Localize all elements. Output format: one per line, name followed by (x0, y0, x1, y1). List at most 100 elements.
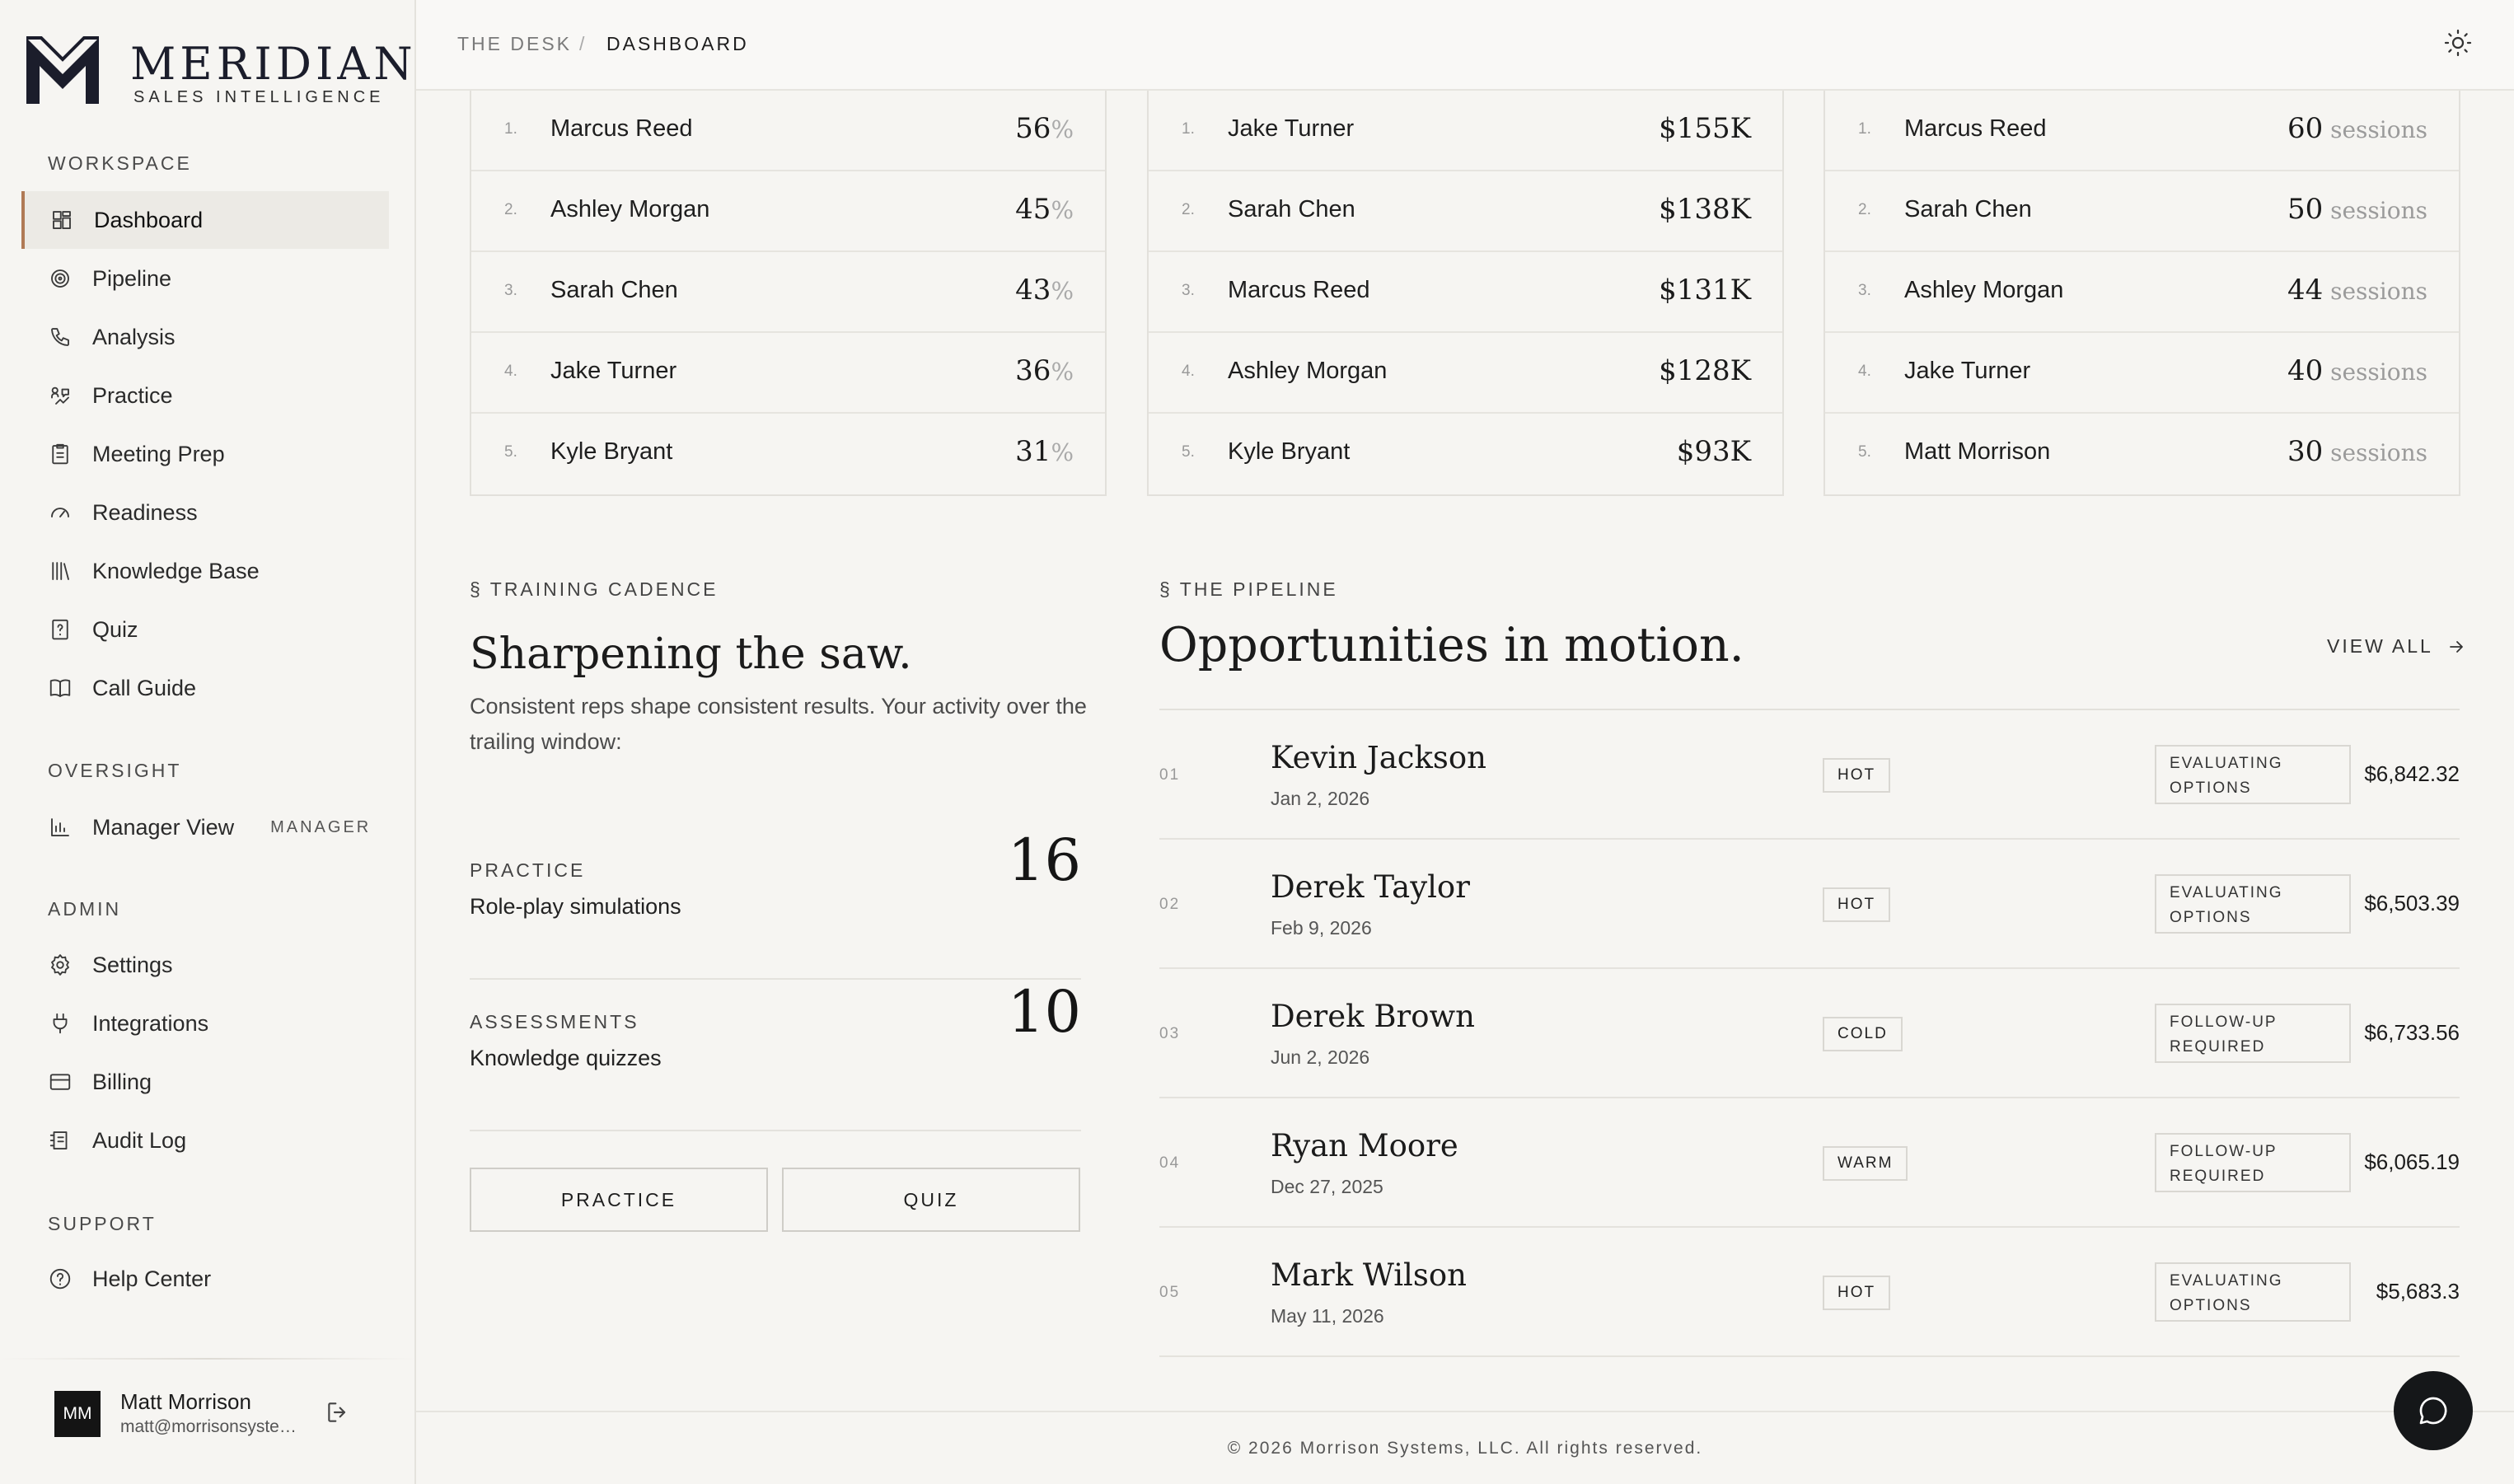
leaderboard-row: 3. Marcus Reed $131K (1149, 252, 1782, 333)
sidebar-item-readiness[interactable]: Readiness (21, 484, 389, 541)
sun-icon[interactable] (2443, 28, 2473, 58)
quiz-button[interactable]: QUIZ (782, 1168, 1080, 1232)
chat-button[interactable] (2394, 1371, 2473, 1450)
sidebar-item-pipeline[interactable]: Pipeline (21, 250, 389, 307)
metric-unit: sessions (2323, 197, 2427, 224)
leaderboard-row: 2. Ashley Morgan 45% (471, 171, 1105, 252)
meridian-logo-icon (26, 36, 99, 104)
opportunity-amount: $5,683.3 (2376, 1279, 2460, 1304)
leaderboard-row: 5. Kyle Bryant $93K (1149, 414, 1782, 494)
footer-divider (416, 1411, 2514, 1412)
credit-card-icon (48, 1070, 73, 1094)
rep-name: Kyle Bryant (550, 438, 673, 465)
opportunity-row[interactable]: 01 Kevin Jackson Jan 2, 2026 HOT EVALUATING … (1159, 710, 2460, 840)
view-all-label: VIEW ALL (2327, 635, 2433, 657)
sidebar-item-dashboard[interactable]: Dashboard (21, 191, 389, 249)
rank-number: 2. (1858, 201, 1871, 218)
training-body: Consistent reps shape consistent results… (470, 694, 1087, 754)
opportunity-date: Dec 27, 2025 (1271, 1176, 1383, 1197)
opportunity-name: Derek Taylor (1271, 869, 1470, 905)
rank-number: 5. (504, 443, 517, 461)
metric-unit: % (1051, 358, 1074, 386)
sidebar-item-integrations[interactable]: Integrations (21, 995, 389, 1052)
metric-value: $93K (1676, 435, 1751, 468)
plug-icon (48, 1011, 73, 1036)
sidebar-item-help-center[interactable]: Help Center (21, 1250, 389, 1308)
status-badge: FOLLOW-UP REQUIRED (2155, 1004, 2351, 1063)
sidebar-item-meeting-prep[interactable]: Meeting Prep (21, 425, 389, 483)
rank-number: 3. (1858, 282, 1871, 299)
opportunity-row[interactable]: 04 Ryan Moore Dec 27, 2025 WARM FOLLOW-UP RE… (1159, 1098, 2460, 1228)
view-all-link[interactable]: VIEW ALL (2327, 635, 2466, 658)
rank-number: 3. (504, 282, 517, 299)
practice-button[interactable]: PRACTICE (470, 1168, 768, 1232)
metric-label: ASSESSMENTS (470, 1011, 639, 1032)
sidebar-item-knowledge-base[interactable]: Knowledge Base (21, 542, 389, 600)
opportunity-index: 02 (1159, 896, 1181, 913)
opportunity-row[interactable]: 02 Derek Taylor Feb 9, 2026 HOT EVALUATING O… (1159, 840, 2460, 969)
book-icon (48, 676, 73, 700)
sidebar-item-label: Audit Log (92, 1127, 187, 1153)
opportunity-name: Kevin Jackson (1271, 740, 1486, 775)
rank-number: 4. (1858, 363, 1871, 380)
sidebar-item-analysis[interactable]: Analysis (21, 308, 389, 366)
leaderboard-row: 4. Jake Turner 36% (471, 333, 1105, 414)
rank-number: 2. (1182, 201, 1195, 218)
user-profile[interactable]: MM Matt Morrison matt@morrisonsystems.co… (0, 1358, 416, 1473)
arrow-right-icon (2446, 637, 2466, 657)
leaderboard-row: 5. Matt Morrison 30 sessions (1825, 414, 2459, 494)
metric-value: $128K (1659, 354, 1751, 387)
sidebar-item-label: Readiness (92, 499, 198, 525)
sidebar-item-audit-log[interactable]: Audit Log (21, 1112, 389, 1169)
metric-value: $155K (1659, 112, 1751, 145)
rep-name: Marcus Reed (550, 115, 693, 142)
metric-unit: % (1051, 438, 1074, 466)
rep-metric: 56% (1015, 112, 1074, 145)
rank-number: 4. (1182, 363, 1195, 380)
sidebar-item-label: Meeting Prep (92, 441, 225, 466)
rep-name: Marcus Reed (1904, 115, 2047, 142)
sidebar-item-call-guide[interactable]: Call Guide (21, 659, 389, 717)
rep-metric: 30 sessions (2287, 435, 2427, 468)
opportunity-row[interactable]: 03 Derek Brown Jun 2, 2026 COLD FOLLOW-UP RE… (1159, 969, 2460, 1098)
logout-icon[interactable] (325, 1399, 351, 1425)
breadcrumb-root[interactable]: THE DESK (457, 33, 572, 55)
opportunity-name: Mark Wilson (1271, 1257, 1467, 1293)
sidebar-item-practice[interactable]: Practice (21, 367, 389, 424)
metric-value: 45 (1015, 193, 1051, 226)
opportunity-amount: $6,503.39 (2364, 891, 2460, 915)
rank-number: 1. (1858, 120, 1871, 138)
metric-label: PRACTICE (470, 859, 586, 881)
rep-metric: 31% (1015, 435, 1074, 468)
section-label-workspace: WORKSPACE (48, 152, 192, 174)
library-icon (48, 559, 73, 583)
leaderboard-row: 4. Ashley Morgan $128K (1149, 333, 1782, 414)
sidebar-item-quiz[interactable]: Quiz (21, 601, 389, 658)
leaderboard-row: 1. Jake Turner $155K (1149, 91, 1782, 171)
sidebar-item-label: Dashboard (94, 207, 204, 232)
leaderboard-row: 1. Marcus Reed 56% (471, 91, 1105, 171)
top-bar: THE DESK / DASHBOARD (416, 0, 2514, 91)
opportunity-index: 05 (1159, 1284, 1181, 1301)
training-eyebrow: § TRAINING CADENCE (470, 578, 719, 600)
sidebar-item-settings[interactable]: Settings (21, 936, 389, 994)
gear-icon (48, 953, 73, 977)
metric-value: $138K (1659, 193, 1751, 226)
metric-value: 10 (1007, 978, 1081, 1046)
temperature-badge: WARM (1823, 1146, 1908, 1181)
chat-icon (2419, 1397, 2447, 1425)
metric-value: 60 (2287, 112, 2324, 145)
pipeline-eyebrow: § THE PIPELINE (1159, 578, 1338, 600)
sidebar-item-manager-view[interactable]: Manager View MANAGER (21, 798, 389, 856)
rep-name: Kyle Bryant (1228, 438, 1351, 465)
sidebar-item-billing[interactable]: Billing (21, 1053, 389, 1111)
rep-name: Jake Turner (1228, 115, 1355, 142)
sidebar-item-label: Analysis (92, 324, 176, 349)
leaderboard-row: 1. Marcus Reed 60 sessions (1825, 91, 2459, 171)
sidebar-item-label: Billing (92, 1069, 152, 1094)
metric-desc: Knowledge quizzes (470, 1046, 662, 1070)
opportunity-index: 01 (1159, 766, 1181, 784)
leaderboard-row: 2. Sarah Chen $138K (1149, 171, 1782, 252)
quiz-icon (48, 617, 73, 642)
opportunity-row[interactable]: 05 Mark Wilson May 11, 2026 HOT EVALUATING O… (1159, 1228, 2460, 1357)
